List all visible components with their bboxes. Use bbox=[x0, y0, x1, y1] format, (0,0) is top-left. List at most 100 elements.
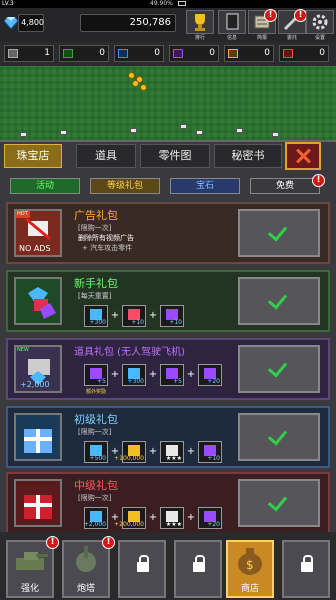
no-ads-label: NO ADS bbox=[19, 244, 51, 253]
pack-title: 中级礼包 bbox=[74, 479, 118, 492]
resource-slot[interactable]: 0 bbox=[224, 45, 274, 62]
buy-button[interactable] bbox=[238, 345, 320, 393]
lock-icon bbox=[137, 555, 149, 572]
bottom-nav: 强化 ! 炮塔 ! $ 商店 bbox=[0, 532, 336, 600]
purple-gem-item: +10 bbox=[198, 441, 222, 463]
pack-limit: [限购一次] bbox=[78, 428, 112, 436]
pack-card-intermediate[interactable]: 中级礼包 [限购一次] +2,000 + +200,000 + ★★★ + +2… bbox=[6, 472, 330, 534]
tank-icon bbox=[16, 552, 48, 570]
tab-secret-book[interactable]: 秘密书 bbox=[214, 144, 282, 168]
coin-item: +200,000 bbox=[114, 507, 146, 529]
nav-locked[interactable] bbox=[174, 540, 222, 598]
purple-part-icon bbox=[173, 49, 183, 58]
status-bar: LV.3 49.90% bbox=[0, 0, 336, 8]
filter-event[interactable]: 活动 bbox=[10, 178, 80, 194]
info-button[interactable] bbox=[218, 10, 246, 34]
buy-button[interactable] bbox=[238, 479, 320, 527]
pack-card-drone[interactable]: NEW +2,000 道具礼包 (无人驾驶飞机) +5 + +300 + +5 … bbox=[6, 338, 330, 400]
pack-card-ads[interactable]: HOT NO ADS 广告礼包 [限购一次] 删除所有视频广告 + 汽车攻击零件 bbox=[6, 202, 330, 264]
tab-jewel-shop[interactable]: 珠宝店 bbox=[4, 144, 62, 168]
skull-icon bbox=[20, 132, 27, 137]
drone-item: +5 bbox=[160, 364, 184, 386]
buy-button[interactable] bbox=[238, 209, 320, 257]
filter-free-alert-icon: ! bbox=[312, 174, 325, 187]
skull-icon bbox=[130, 128, 137, 133]
nav-upgrade[interactable]: 强化 bbox=[6, 540, 54, 598]
pack-limit: [限购一次] bbox=[78, 494, 112, 502]
money-bag-icon: $ bbox=[238, 548, 262, 575]
coin-drop-icon[interactable] bbox=[128, 72, 135, 79]
coin-value: 250,786 bbox=[129, 17, 171, 28]
tab-items[interactable]: 道具 bbox=[76, 144, 136, 168]
settings-button[interactable] bbox=[306, 10, 334, 34]
no-ads-thumb: HOT NO ADS bbox=[14, 209, 62, 257]
starter-thumb bbox=[14, 277, 62, 325]
gem-value: 4,800 bbox=[21, 18, 44, 27]
resource-slot[interactable]: 0 bbox=[59, 45, 109, 62]
lock-icon bbox=[301, 555, 313, 572]
report-alert-icon: ! bbox=[264, 9, 277, 22]
lock-icon bbox=[193, 555, 205, 572]
filter-gems[interactable]: 宝石 bbox=[170, 178, 240, 194]
trophy-icon bbox=[195, 14, 205, 31]
resource-bar: 1 0 0 0 0 0 bbox=[0, 42, 336, 66]
orange-part-icon bbox=[228, 49, 238, 58]
resource-slot[interactable]: 1 bbox=[4, 45, 54, 62]
purple-gem-item: +20 bbox=[198, 364, 222, 386]
nav-locked[interactable] bbox=[118, 540, 166, 598]
pack-card-starter[interactable]: 新手礼包 [每天重置] +300 + +10 + +10 bbox=[6, 270, 330, 332]
skull-icon bbox=[272, 132, 279, 137]
resource-slot[interactable]: 0 bbox=[279, 45, 329, 62]
report-label: 简报 bbox=[256, 35, 267, 41]
drone-item: +5 bbox=[84, 364, 108, 386]
gear-icon bbox=[312, 14, 328, 30]
gem-item: +300 bbox=[122, 364, 146, 386]
bonus-note: 额外奖励 bbox=[86, 389, 107, 395]
blue-part-icon bbox=[118, 49, 128, 58]
gem-item: +300 bbox=[84, 305, 108, 327]
coin-drop-icon[interactable] bbox=[132, 80, 139, 87]
nav-locked[interactable] bbox=[282, 540, 330, 598]
pack-title: 广告礼包 bbox=[74, 209, 118, 222]
part-item: ★★★ bbox=[160, 507, 184, 529]
tab-parts[interactable]: 零件图 bbox=[140, 144, 210, 168]
filter-free[interactable]: 免费 bbox=[250, 178, 320, 194]
top-bar: 4,800 250,786 排行 信息 简报 ! 委托 ! 设置 bbox=[0, 8, 336, 42]
purple-gem-item: +10 bbox=[160, 305, 184, 327]
buy-button[interactable] bbox=[238, 277, 320, 325]
gem-icon bbox=[4, 17, 18, 29]
pack-bonus: + 汽车攻击零件 bbox=[82, 244, 133, 252]
player-level: LV.3 bbox=[2, 0, 14, 7]
ranking-button[interactable] bbox=[186, 10, 214, 34]
blue-gift-icon bbox=[24, 429, 52, 453]
skull-icon bbox=[60, 130, 67, 135]
thumb-qty: +2,000 bbox=[20, 380, 50, 389]
filter-level-pack[interactable]: 等级礼包 bbox=[90, 178, 160, 194]
gem-counter: 4,800 bbox=[18, 14, 44, 32]
coin-counter: 250,786 bbox=[80, 14, 176, 32]
info-label: 信息 bbox=[226, 35, 237, 41]
nav-shop[interactable]: $ 商店 bbox=[226, 540, 274, 598]
turret-icon bbox=[76, 546, 96, 572]
battlefield[interactable] bbox=[0, 66, 336, 140]
shop-panel: 珠宝店 道具 零件图 秘密书 活动 等级礼包 宝石 免费 ! HOT NO AD… bbox=[0, 140, 336, 534]
coin-item: +100,000 bbox=[114, 441, 146, 463]
pack-title: 新手礼包 bbox=[74, 277, 118, 290]
pack-limit: [限购一次] bbox=[78, 224, 112, 232]
pack-desc: 删除所有视频广告 bbox=[78, 234, 134, 242]
coin-drop-icon[interactable] bbox=[140, 84, 147, 91]
buy-button[interactable] bbox=[238, 413, 320, 461]
pack-limit: [每天重置] bbox=[78, 292, 112, 300]
nav-turret[interactable]: 炮塔 bbox=[62, 540, 110, 598]
red-gift-item: +10 bbox=[122, 305, 146, 327]
gray-part-icon bbox=[8, 49, 18, 58]
skull-icon bbox=[196, 130, 203, 135]
part-item: ★★★ bbox=[160, 441, 184, 463]
gift-gems-icon bbox=[28, 287, 56, 319]
resource-slot[interactable]: 0 bbox=[169, 45, 219, 62]
intermediate-thumb bbox=[14, 479, 62, 527]
close-button[interactable] bbox=[285, 142, 321, 170]
pack-card-beginner[interactable]: 初级礼包 [限购一次] +500 + +100,000 + ★★★ + +10 bbox=[6, 406, 330, 468]
resource-slot[interactable]: 0 bbox=[114, 45, 164, 62]
ranking-label: 排行 bbox=[194, 35, 205, 41]
